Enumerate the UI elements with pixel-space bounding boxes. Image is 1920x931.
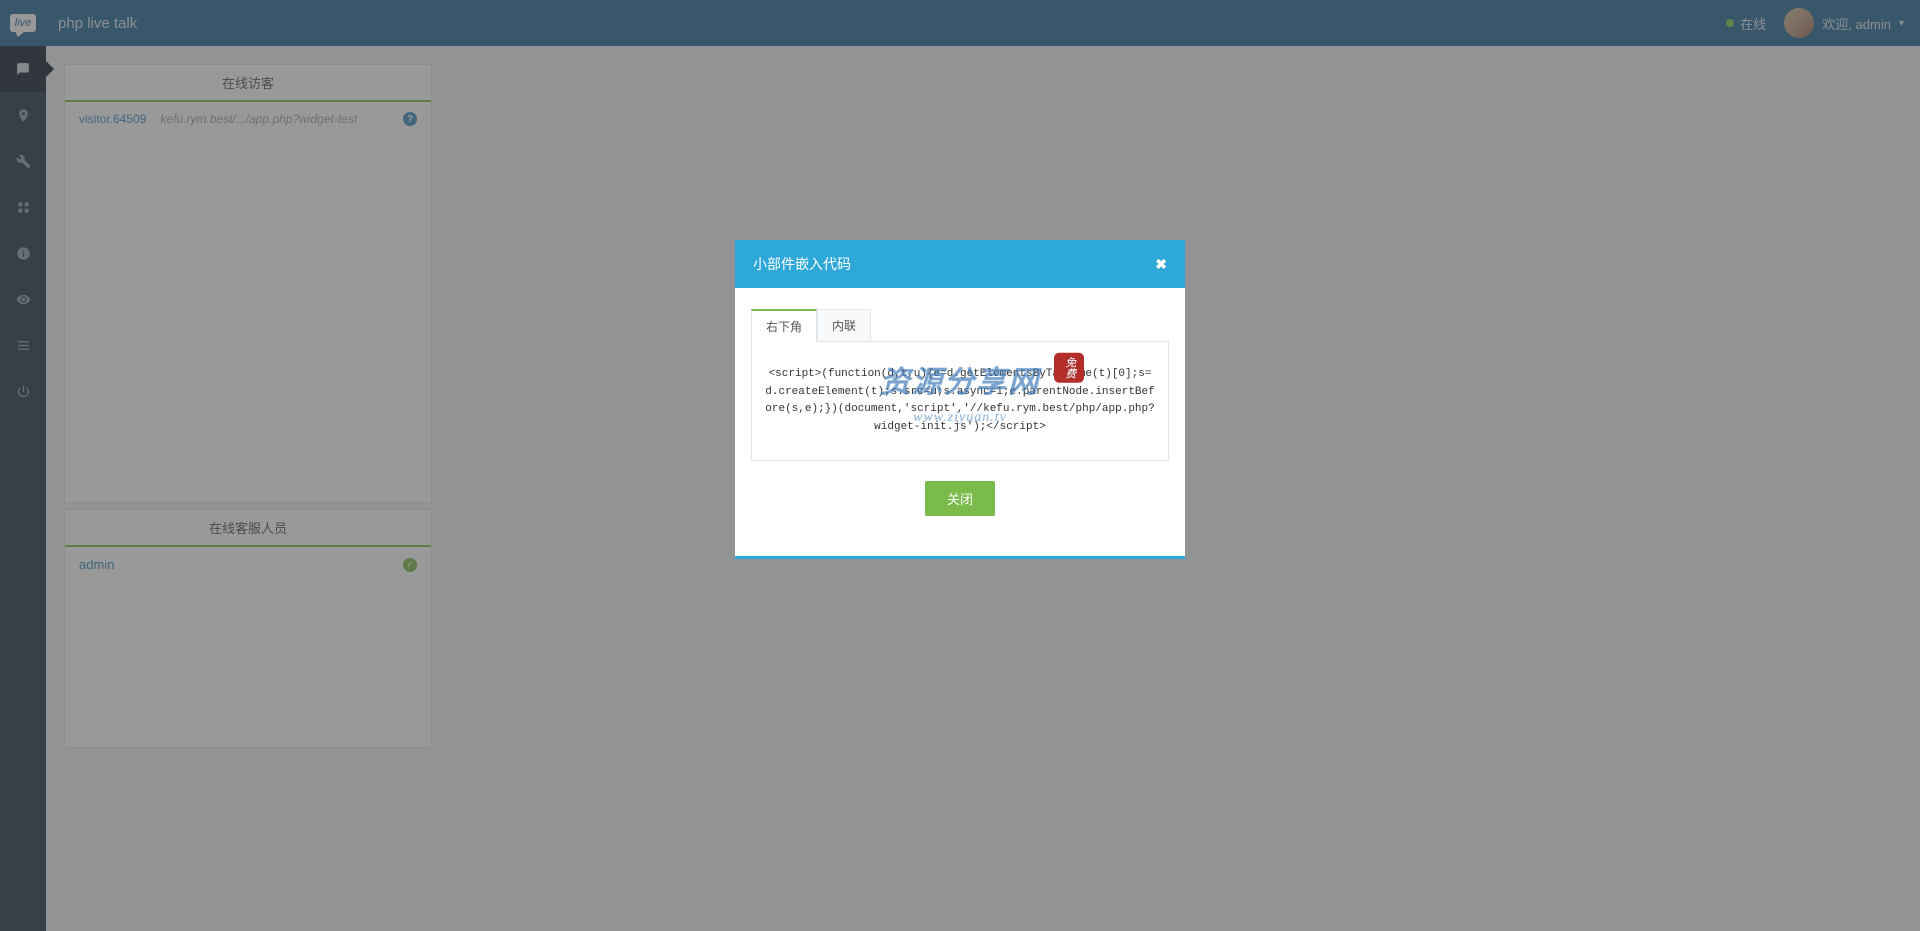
modal-header: 小部件嵌入代码 ✖: [735, 240, 1185, 288]
modal-overlay: 小部件嵌入代码 ✖ 右下角 内联 <script>(function(d,t,u…: [0, 0, 1920, 931]
embed-code-modal: 小部件嵌入代码 ✖ 右下角 内联 <script>(function(d,t,u…: [735, 240, 1185, 559]
close-icon[interactable]: ✖: [1155, 256, 1167, 273]
modal-tabs: 右下角 内联: [751, 308, 1169, 342]
embed-code[interactable]: <script>(function(d,t,u){e=d.getElements…: [764, 366, 1156, 436]
code-text: <script>(function(d,t,u){e=d.getElements…: [764, 366, 1156, 436]
modal-title: 小部件嵌入代码: [753, 254, 851, 274]
code-container: <script>(function(d,t,u){e=d.getElements…: [751, 342, 1169, 461]
tab-bottom-right[interactable]: 右下角: [751, 309, 817, 342]
tab-inline[interactable]: 内联: [817, 309, 871, 342]
close-button[interactable]: 关闭: [925, 481, 995, 516]
